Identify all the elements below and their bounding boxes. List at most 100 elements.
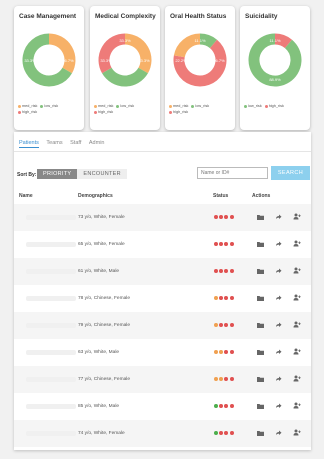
share-icon[interactable] <box>274 374 283 383</box>
donut-chart: 33.3% 33.3% 33.3% <box>98 33 152 87</box>
folder-icon[interactable] <box>256 401 265 410</box>
add-user-icon[interactable] <box>292 401 301 410</box>
folder-icon[interactable] <box>256 293 265 302</box>
status-dot <box>224 350 229 354</box>
status-dot <box>219 215 224 219</box>
donut-segment <box>124 33 152 74</box>
status-dot <box>229 377 234 381</box>
add-user-icon[interactable] <box>292 266 301 275</box>
tab-patients[interactable]: Patients <box>19 140 39 148</box>
patient-name-redacted <box>26 377 76 382</box>
table-row[interactable]: 65 y/o, White, Female <box>14 231 311 258</box>
status-dot <box>219 431 224 435</box>
sort-priority-button[interactable]: PRIORITY <box>37 169 78 179</box>
legend-swatch <box>169 110 172 114</box>
row-actions <box>256 428 301 437</box>
folder-icon[interactable] <box>256 239 265 248</box>
share-icon[interactable] <box>274 320 283 329</box>
legend-item: high_risk <box>18 109 37 115</box>
table-row[interactable]: 73 y/o, White, Female <box>14 204 311 231</box>
folder-icon[interactable] <box>256 374 265 383</box>
share-icon[interactable] <box>274 347 283 356</box>
table-row[interactable]: 61 y/o, White, Male <box>14 258 311 285</box>
table-row[interactable]: 85 y/o, White, Male <box>14 393 311 420</box>
legend-label: low_risk <box>120 104 135 108</box>
donut-chart: 33.3% 66.7% <box>22 33 76 87</box>
row-actions <box>256 320 301 329</box>
patient-demographics: 65 y/o, White, Female <box>78 242 125 247</box>
patient-demographics: 73 y/o, White, Female <box>78 215 125 220</box>
patient-demographics: 63 y/o, White, Male <box>78 350 120 355</box>
add-user-icon[interactable] <box>292 374 301 383</box>
status-dot <box>214 296 218 300</box>
table-header: Name Demographics Status Actions <box>14 190 311 202</box>
table-row[interactable]: 77 y/o, Chinese, Female <box>14 366 311 393</box>
legend-swatch <box>169 104 172 108</box>
status-dot <box>219 377 224 381</box>
share-icon[interactable] <box>274 212 283 221</box>
status-dot <box>229 215 234 219</box>
add-user-icon[interactable] <box>292 293 301 302</box>
share-icon[interactable] <box>274 266 283 275</box>
table-row[interactable]: 74 y/o, White, Female <box>14 420 311 447</box>
legend-label: high_risk <box>22 110 38 114</box>
patient-demographics: 77 y/o, Chinese, Female <box>78 377 130 382</box>
table-row[interactable]: 78 y/o, Chinese, Female <box>14 285 311 312</box>
add-user-icon[interactable] <box>292 239 301 248</box>
donut-label: 66.7% <box>213 58 225 63</box>
legend-label: high_risk <box>173 110 189 114</box>
legend-swatch <box>191 104 195 108</box>
folder-icon[interactable] <box>256 266 265 275</box>
folder-icon[interactable] <box>256 347 265 356</box>
sort-encounter-button[interactable]: ENCOUNTER <box>77 169 127 179</box>
legend-item: high_risk <box>169 109 188 115</box>
status-indicators <box>214 215 234 219</box>
status-indicators <box>214 269 234 273</box>
card-oral-health-status: Oral Health Status 11.1% 22.2% 66.7% med_r… <box>165 6 235 130</box>
patient-name-redacted <box>26 296 76 301</box>
add-user-icon[interactable] <box>292 428 301 437</box>
legend-label: low_risk <box>195 104 210 108</box>
donut-chart: 11.1% 88.9% <box>248 33 302 87</box>
share-icon[interactable] <box>274 293 283 302</box>
donut-segment <box>248 33 302 87</box>
status-dot <box>219 350 224 354</box>
share-icon[interactable] <box>274 401 283 410</box>
share-icon[interactable] <box>274 239 283 248</box>
row-actions <box>256 347 301 356</box>
search-button[interactable]: SEARCH <box>271 166 310 180</box>
legend-label: high_risk <box>268 104 284 108</box>
status-dot <box>214 323 218 327</box>
folder-icon[interactable] <box>256 212 265 221</box>
share-icon[interactable] <box>274 428 283 437</box>
chart-legend: med_risk low_risk high_risk <box>94 103 157 115</box>
add-user-icon[interactable] <box>292 320 301 329</box>
status-dot <box>229 323 234 327</box>
header-status: Status <box>213 193 229 199</box>
card-title: Oral Health Status <box>170 13 227 20</box>
legend-swatch <box>40 104 44 108</box>
donut-segment <box>48 33 76 74</box>
table-row[interactable]: 79 y/o, Chinese, Female <box>14 312 311 339</box>
add-user-icon[interactable] <box>292 212 301 221</box>
add-user-icon[interactable] <box>292 347 301 356</box>
tab-staff[interactable]: Staff <box>70 140 81 146</box>
tab-admin[interactable]: Admin <box>89 140 105 146</box>
row-actions <box>256 212 301 221</box>
card-title: Medical Complexity <box>95 13 156 20</box>
tab-teams[interactable]: Teams <box>46 140 62 146</box>
donut-label: 33.3% <box>138 58 150 63</box>
donut-label: 11.1% <box>269 38 280 43</box>
search-input[interactable] <box>197 167 268 179</box>
folder-icon[interactable] <box>256 320 265 329</box>
legend-item: high_risk <box>264 103 284 109</box>
status-indicators <box>214 431 234 435</box>
status-dot <box>214 404 218 408</box>
patient-name-redacted <box>26 404 76 409</box>
patients-panel: Patients Teams Staff Admin Sort By: PRIO… <box>14 132 311 450</box>
legend-swatch <box>94 110 97 114</box>
table-row[interactable]: 63 y/o, White, Male <box>14 339 311 366</box>
legend-item: high_risk <box>94 109 113 115</box>
legend-swatch <box>18 104 21 108</box>
folder-icon[interactable] <box>256 428 265 437</box>
